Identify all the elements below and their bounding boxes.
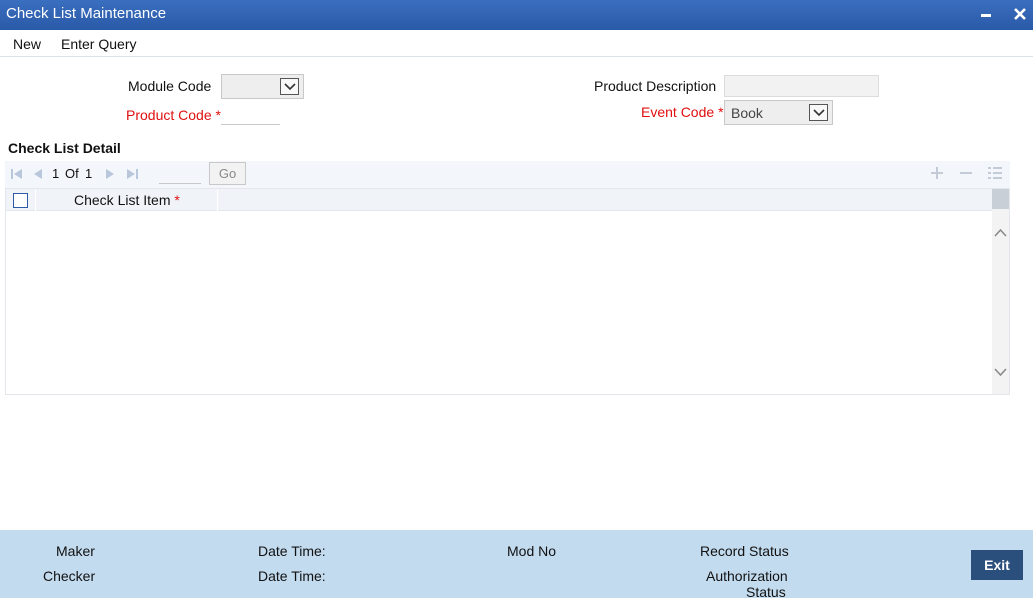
window-title: Check List Maintenance [6, 5, 167, 22]
scroll-thumb[interactable] [992, 189, 1009, 209]
section-title: Check List Detail [8, 140, 121, 156]
product-code-input[interactable] [221, 103, 280, 125]
chevron-down-icon[interactable] [809, 104, 828, 121]
module-code-label: Module Code [128, 78, 212, 94]
checker-label: Checker [43, 568, 96, 584]
add-row-icon[interactable] [928, 165, 946, 183]
pager-of-label: Of [65, 166, 79, 181]
maker-date-time-label: Date Time: [258, 543, 326, 559]
select-all-checkbox[interactable] [13, 193, 28, 208]
authorization-label: Authorization [706, 568, 788, 584]
delete-row-icon[interactable] [957, 165, 975, 183]
required-marker: * [174, 192, 180, 208]
new-menu-item[interactable]: New [13, 36, 41, 52]
column-divider [35, 189, 36, 211]
pager-total: 1 [85, 166, 93, 181]
list-view-icon[interactable] [986, 165, 1004, 183]
go-button[interactable]: Go [209, 162, 246, 185]
vertical-scrollbar[interactable] [992, 189, 1009, 394]
title-bar: Check List Maintenance [0, 0, 1033, 30]
authorization-status-label: Status [746, 584, 786, 598]
chevron-down-icon[interactable] [280, 78, 299, 95]
product-description-label: Product Description [594, 78, 717, 94]
previous-page-icon[interactable] [31, 167, 45, 181]
first-page-icon[interactable] [10, 167, 24, 181]
required-marker: * [718, 104, 724, 120]
close-icon[interactable] [1010, 4, 1030, 24]
scroll-up-icon[interactable] [993, 226, 1008, 240]
maker-label: Maker [56, 543, 95, 559]
product-description-field[interactable] [724, 75, 879, 97]
grid-toolbar: 1 Of 1 Go [5, 161, 1010, 188]
check-list-item-column-header: Check List Item * [74, 192, 180, 208]
last-page-icon[interactable] [125, 167, 139, 181]
enter-query-menu-item[interactable]: Enter Query [61, 36, 136, 52]
grid-header: Check List Item * [6, 189, 994, 211]
scroll-down-icon[interactable] [993, 365, 1008, 379]
event-code-value: Book [731, 105, 763, 121]
next-page-icon[interactable] [103, 167, 117, 181]
checker-date-time-label: Date Time: [258, 568, 326, 584]
module-code-select[interactable] [221, 74, 304, 99]
product-code-label: Product Code * [126, 107, 221, 123]
exit-button[interactable]: Exit [971, 550, 1023, 580]
record-status-label: Record Status [700, 543, 789, 559]
page-number-input[interactable] [159, 163, 201, 184]
event-code-label: Event Code * [641, 104, 724, 120]
event-code-select[interactable]: Book [724, 100, 833, 125]
mod-no-label: Mod No [507, 543, 557, 559]
minimize-icon[interactable] [976, 4, 996, 24]
check-list-grid: Check List Item * [5, 188, 1010, 395]
audit-footer: Maker Checker Date Time: Date Time: Mod … [0, 530, 1033, 598]
column-divider [217, 189, 218, 211]
menu-bar: New Enter Query [0, 30, 1033, 57]
pager-current: 1 [52, 166, 60, 181]
